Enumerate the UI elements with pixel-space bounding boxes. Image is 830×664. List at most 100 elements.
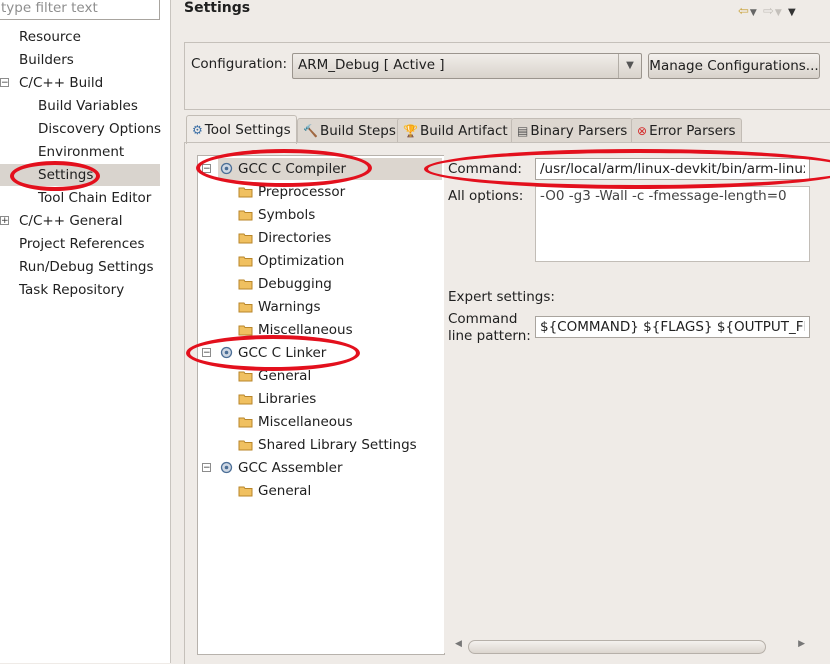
tree-item-gcc-assembler[interactable]: GCC Assembler [220,457,343,479]
tab-label: Error Parsers [649,123,736,139]
nav-item-cpp-build[interactable]: C/C++ Build [19,72,103,94]
back-arrow-icon[interactable]: ⇦ [738,4,750,19]
configuration-label: Configuration: [191,56,288,72]
forward-arrow-icon[interactable]: ⇨ [763,4,775,19]
tree-item-debugging[interactable]: Debugging [238,273,332,295]
gear-icon [220,461,233,474]
configuration-select[interactable]: ARM_Debug [ Active ] ▼ [292,53,642,79]
nav-item-label: Run/Debug Settings [19,259,154,275]
nav-item-cpp-general[interactable]: C/C++ General [19,210,123,232]
nav-item-label: Tool Chain Editor [38,190,152,206]
tree-item-optimization[interactable]: Optimization [238,250,344,272]
tree-item-label: Preprocessor [258,184,346,200]
scroll-left-icon[interactable]: ◀ [455,639,462,649]
back-dropdown-icon[interactable]: ▼ [750,8,758,18]
nav-item-label: C/C++ General [19,213,123,229]
dropdown-arrow-icon[interactable]: ▼ [618,54,641,78]
nav-item-label: C/C++ Build [19,75,104,91]
collapse-icon[interactable]: − [202,463,211,473]
all-options-textarea[interactable]: -O0 -g3 -Wall -c -fmessage-length=0 [535,186,810,262]
nav-item-resource[interactable]: Resource [19,26,81,48]
command-pattern-label: Command [448,311,518,327]
tool-settings-icon: ⚙ [192,123,203,137]
tree-item-label: Directories [258,230,332,246]
command-pattern-box [535,316,810,338]
collapse-icon[interactable]: − [202,164,211,174]
tree-item-general[interactable]: General [238,480,311,502]
tree-item-label: Miscellaneous [258,414,353,430]
tree-item-libraries[interactable]: Libraries [238,388,316,410]
tree-item-preprocessor[interactable]: Preprocessor [238,181,345,203]
nav-item-label: Discovery Options [38,121,162,137]
folder-options-icon [238,256,253,267]
manage-configurations-button[interactable]: Manage Configurations... [648,53,820,79]
horizontal-scrollbar[interactable]: ◀ ▶ [455,639,805,655]
page-title: Settings [184,0,251,16]
folder-options-icon [238,187,253,198]
tree-item-gcc-c-linker[interactable]: GCC C Linker [220,342,326,364]
command-input[interactable] [536,159,809,179]
tree-item-label: GCC C Compiler [238,161,347,177]
tab-binary-parsers[interactable]: ▤ Binary Parsers [511,118,634,143]
tree-item-label: Libraries [258,391,317,407]
collapse-icon[interactable]: − [0,78,9,88]
scroll-right-icon[interactable]: ▶ [798,639,805,649]
tree-item-shared-library-settings[interactable]: Shared Library Settings [238,434,417,456]
folder-options-icon [238,279,253,290]
tree-item-miscellaneous[interactable]: Miscellaneous [238,411,353,433]
binary-parsers-icon: ▤ [517,124,529,138]
command-pattern-input[interactable] [536,317,809,337]
nav-item-project-references[interactable]: Project References [19,233,145,255]
tab-error-parsers[interactable]: ⊗ Error Parsers [631,118,742,143]
tab-build-steps[interactable]: 🔨 Build Steps [297,118,402,143]
nav-item-label: Project References [19,236,145,252]
tree-item-gcc-c-compiler[interactable]: GCC C Compiler [218,158,442,180]
forward-dropdown-icon[interactable]: ▼ [775,8,783,18]
expert-settings-label: Expert settings: [448,289,555,305]
tree-item-label: Debugging [258,276,332,292]
tree-item-warnings[interactable]: Warnings [238,296,321,318]
tree-item-miscellaneous[interactable]: Miscellaneous [238,319,353,341]
tab-tool-settings[interactable]: ⚙ Tool Settings [186,115,297,144]
all-options-label: All options: [448,188,524,204]
tree-item-general[interactable]: General [238,365,311,387]
tree-item-label: Optimization [258,253,345,269]
property-navigation: Resource Builders − C/C++ Build Build Va… [0,0,171,663]
folder-options-icon [238,325,253,336]
nav-item-label: Task Repository [19,282,125,298]
collapse-icon[interactable]: − [202,348,211,358]
folder-options-icon [238,210,253,221]
scrollbar-thumb[interactable] [468,640,766,654]
view-menu-icon[interactable]: ▼ [788,7,797,18]
nav-item-settings[interactable]: Settings [0,164,160,186]
configuration-value: ARM_Debug [ Active ] [298,57,445,73]
nav-item-build-variables[interactable]: Build Variables [38,95,138,117]
gear-icon [220,162,233,175]
tree-item-label: General [258,483,312,499]
nav-item-environment[interactable]: Environment [38,141,124,163]
tree-item-label: General [258,368,312,384]
nav-item-builders[interactable]: Builders [19,49,74,71]
nav-item-label: Builders [19,52,74,68]
nav-item-label: Environment [38,144,125,160]
tree-item-label: Shared Library Settings [258,437,417,453]
nav-item-task-repository[interactable]: Task Repository [19,279,124,301]
build-steps-icon: 🔨 [303,124,318,138]
nav-item-label: Resource [19,29,81,45]
tab-build-artifact[interactable]: 🏆 Build Artifact [397,118,514,143]
folder-options-icon [238,371,253,382]
tab-label: Binary Parsers [530,123,628,139]
nav-item-label: Settings [38,167,94,183]
nav-item-run-debug-settings[interactable]: Run/Debug Settings [19,256,154,278]
folder-options-icon [238,233,253,244]
tree-item-directories[interactable]: Directories [238,227,331,249]
nav-item-tool-chain-editor[interactable]: Tool Chain Editor [38,187,151,209]
tree-item-label: GCC Assembler [238,460,343,476]
nav-item-discovery-options[interactable]: Discovery Options [38,118,161,140]
filter-box [0,0,160,20]
filter-input[interactable] [0,0,153,19]
expand-icon[interactable]: + [0,216,9,226]
command-label: Command: [448,161,522,177]
tree-item-symbols[interactable]: Symbols [238,204,315,226]
folder-options-icon [238,417,253,428]
